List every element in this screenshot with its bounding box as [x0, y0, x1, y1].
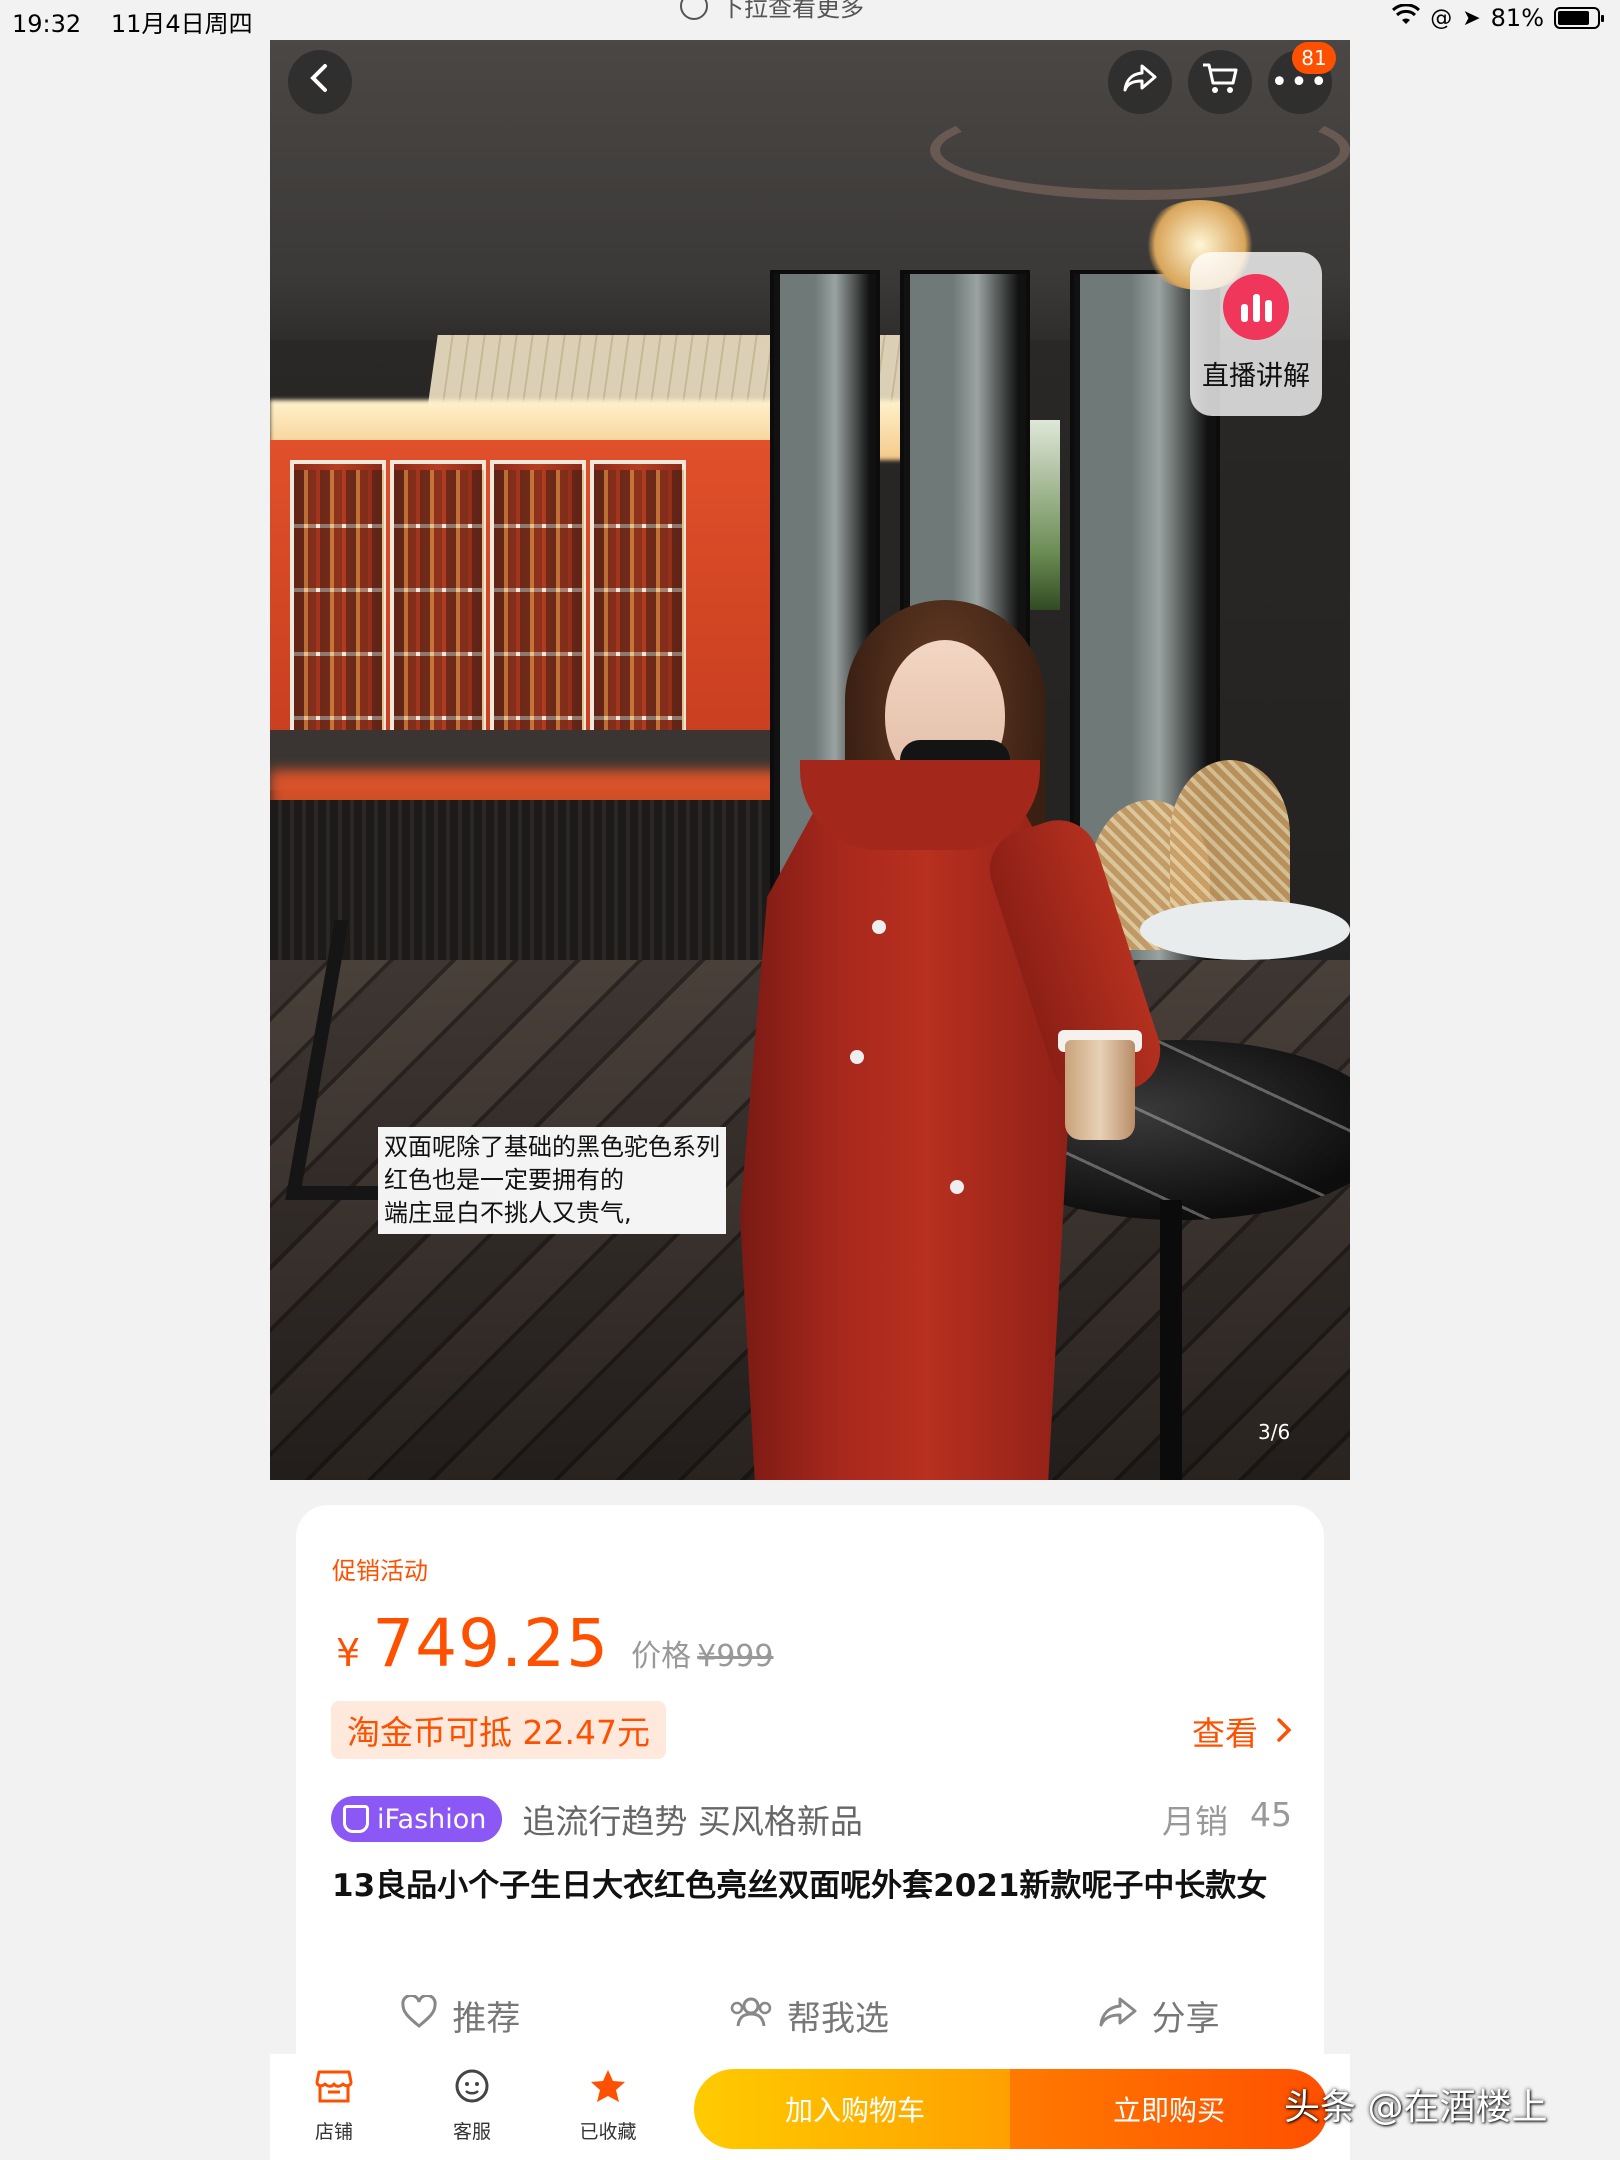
- photo-coffee-cup: [1065, 1040, 1135, 1140]
- original-price-label: 价格: [631, 1639, 692, 1674]
- promo-label: 促销活动: [332, 1557, 428, 1585]
- heart-icon: [400, 1993, 438, 2038]
- bottom-action-bar: 店铺 客服 已收藏 加入购物车 立即购买: [270, 2054, 1350, 2160]
- photo-bottles: [594, 470, 684, 730]
- ifashion-logo-icon: [343, 1805, 369, 1833]
- sales-value: 45: [1250, 1795, 1292, 1834]
- pull-hint-label: 下拉查看更多: [720, 0, 864, 22]
- battery-icon: [1554, 7, 1604, 29]
- coin-discount-tag[interactable]: 淘金币可抵 22.47元: [331, 1701, 666, 1759]
- back-button[interactable]: [288, 50, 352, 114]
- share-icon: [1122, 62, 1158, 102]
- favorite-label: 已收藏: [579, 2121, 637, 2143]
- photo-coat-button: [872, 920, 886, 934]
- star-filled-icon: [589, 2068, 627, 2111]
- status-icons: @ ➤ 81%: [1392, 3, 1604, 32]
- photo-bottles: [394, 470, 484, 730]
- live-explain-label: 直播讲解: [1202, 361, 1310, 392]
- favorite-nav-item[interactable]: 已收藏: [563, 2068, 653, 2144]
- product-image[interactable]: [270, 40, 1350, 1480]
- cart-icon: [1201, 61, 1239, 104]
- sales-label: 月销: [1162, 1802, 1228, 1841]
- photo-coat-collar: [800, 760, 1040, 850]
- brand-row: iFashion 追流行趋势 买风格新品 月销 45: [331, 1795, 1292, 1843]
- help-choose-button[interactable]: 帮我选: [729, 1991, 889, 2040]
- product-title: 13良品小个子生日大衣红色亮丝双面呢外套2021新款呢子中长款女: [332, 1868, 1268, 1904]
- live-bars-icon: [1223, 274, 1289, 340]
- buy-now-button[interactable]: 立即购买: [1010, 2069, 1328, 2149]
- photo-round-table: [1140, 900, 1350, 960]
- current-price: 749.25: [372, 1605, 610, 1682]
- action-row: 推荐 帮我选 分享: [296, 1991, 1324, 2040]
- ifashion-badge[interactable]: iFashion: [331, 1796, 503, 1842]
- share-label: 分享: [1151, 1999, 1220, 2039]
- product-info-card: 促销活动 ¥ 749.25 价格 ¥999 淘金币可抵 22.47元 查看 iF…: [296, 1505, 1324, 2065]
- photo-rattan-chair: [1170, 760, 1290, 910]
- image-caption: 双面呢除了基础的黑色驼色系列 红色也是一定要拥有的 端庄显白不挑人又贵气,: [378, 1127, 726, 1234]
- photo-bottles: [494, 470, 584, 730]
- group-icon: [729, 1994, 773, 2038]
- service-label: 客服: [452, 2121, 491, 2143]
- shop-nav-item[interactable]: 店铺: [289, 2068, 379, 2144]
- battery-percent: 81%: [1490, 4, 1544, 32]
- view-link-label: 查看: [1192, 1714, 1258, 1753]
- status-date-label: 11月4日周四: [110, 10, 253, 38]
- caption-line: 红色也是一定要拥有的: [384, 1166, 624, 1194]
- image-page-indicator: 3/6: [1258, 1420, 1291, 1444]
- chevron-right-icon: [1276, 1712, 1292, 1751]
- share-icon: [1098, 1994, 1138, 2038]
- price-row: ¥ 749.25 价格 ¥999: [336, 1605, 773, 1682]
- photo-coat-button: [950, 1180, 964, 1194]
- help-choose-label: 帮我选: [786, 1999, 889, 2039]
- photo-lamp-ring: [930, 100, 1350, 200]
- wifi-icon: [1392, 3, 1421, 32]
- recommend-button[interactable]: 推荐: [400, 1991, 520, 2040]
- caption-line: 端庄显白不挑人又贵气,: [384, 1199, 632, 1227]
- status-time: 19:32 11月4日周四: [12, 4, 253, 39]
- orientation-lock-icon: @: [1430, 5, 1453, 31]
- customer-service-icon: [453, 2068, 491, 2111]
- add-to-cart-button[interactable]: 加入购物车: [694, 2069, 1016, 2149]
- photo-table-leg: [1160, 1200, 1182, 1480]
- brand-slogan: 追流行趋势 买风格新品: [522, 1802, 863, 1841]
- view-promo-link[interactable]: 查看: [1192, 1707, 1292, 1755]
- ifashion-label: iFashion: [377, 1803, 487, 1835]
- cart-count-badge: 81: [1292, 42, 1336, 74]
- cart-top-button[interactable]: [1188, 50, 1252, 114]
- recommend-label: 推荐: [452, 1999, 521, 2039]
- chevron-left-icon: [307, 62, 333, 102]
- watermark: 头条 @在酒楼上: [1284, 2087, 1548, 2128]
- status-bar: 19:32 11月4日周四 下拉查看更多 @ ➤ 81%: [0, 0, 1620, 40]
- currency-symbol: ¥: [336, 1631, 361, 1675]
- photo-coat-button: [850, 1050, 864, 1064]
- live-explain-button[interactable]: 直播讲解: [1190, 252, 1322, 416]
- caption-line: 双面呢除了基础的黑色驼色系列: [384, 1133, 720, 1161]
- pull-hint: 下拉查看更多: [680, 0, 864, 23]
- pull-down-icon: [680, 0, 708, 20]
- service-nav-item[interactable]: 客服: [427, 2068, 517, 2144]
- monthly-sales: 月销 45: [1162, 1795, 1292, 1843]
- status-time-label: 19:32: [12, 10, 82, 38]
- store-icon: [315, 2068, 353, 2111]
- share-top-button[interactable]: [1108, 50, 1172, 114]
- original-price: ¥999: [697, 1639, 774, 1674]
- shop-label: 店铺: [314, 2121, 353, 2143]
- location-icon: ➤: [1462, 5, 1481, 31]
- photo-bottles: [294, 470, 384, 730]
- share-button[interactable]: 分享: [1098, 1991, 1220, 2040]
